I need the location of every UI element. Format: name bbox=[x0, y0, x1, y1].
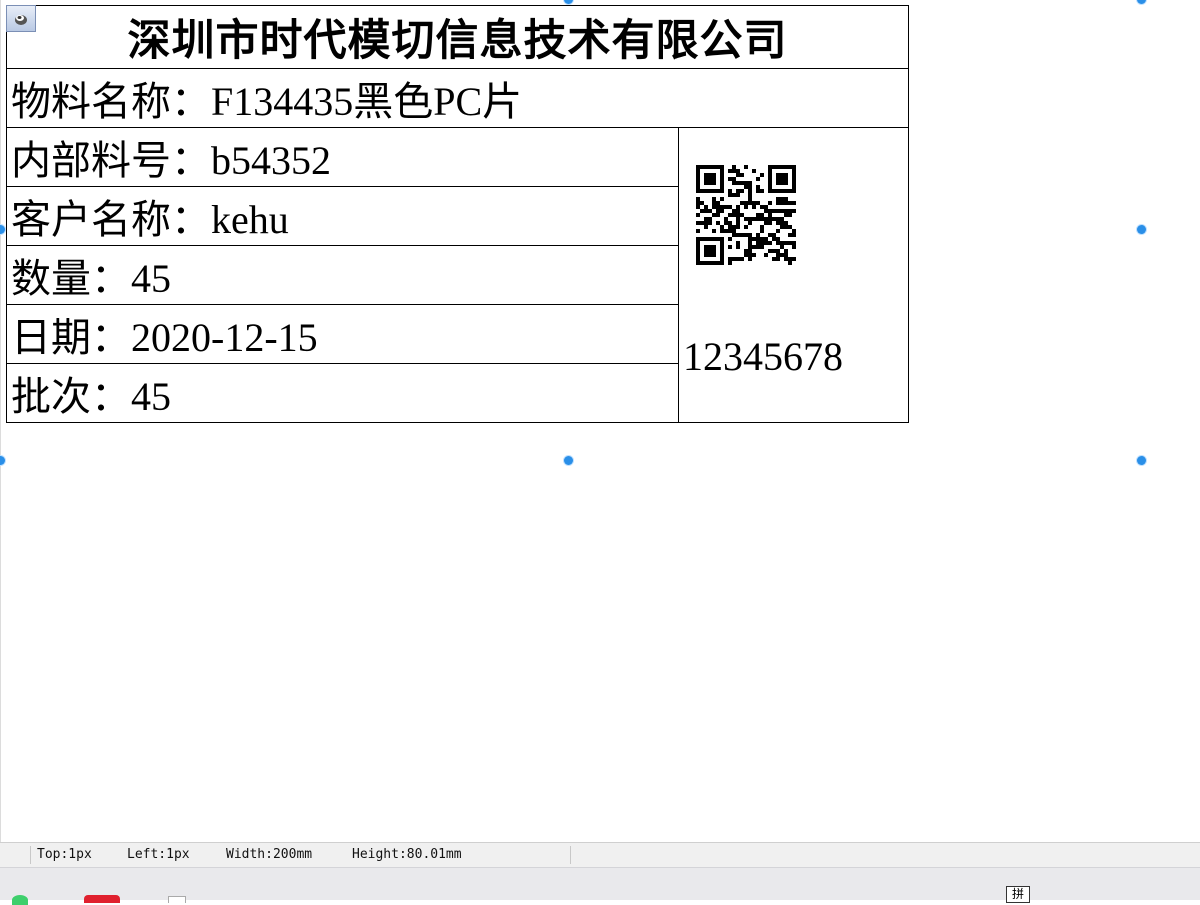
customer-name-field[interactable]: 客户名称：kehu bbox=[6, 186, 679, 246]
batch-field[interactable]: 批次：45 bbox=[6, 363, 679, 423]
date-field[interactable]: 日期：2020-12-15 bbox=[6, 304, 679, 364]
status-top: Top:1px bbox=[37, 847, 92, 862]
status-left: Left:1px bbox=[127, 847, 190, 862]
qr-serial-cell[interactable]: 12345678 bbox=[678, 127, 909, 423]
taskbar-app-icon[interactable] bbox=[84, 895, 120, 903]
resize-handle-middle-right[interactable] bbox=[1137, 225, 1146, 234]
quantity-field[interactable]: 数量：45 bbox=[6, 245, 679, 305]
status-height: Height:80.01mm bbox=[352, 847, 462, 862]
resize-handle-middle-left[interactable] bbox=[0, 225, 5, 234]
resize-handle-bottom-right[interactable] bbox=[1137, 456, 1146, 465]
qr-code-icon[interactable] bbox=[696, 165, 796, 265]
resize-handle-bottom-left[interactable] bbox=[0, 456, 5, 465]
resize-handle-top-center[interactable] bbox=[564, 0, 573, 4]
internal-part-no-field[interactable]: 内部料号：b54352 bbox=[6, 127, 679, 187]
resize-handle-bottom-center[interactable] bbox=[564, 456, 573, 465]
serial-number[interactable]: 12345678 bbox=[683, 333, 843, 380]
design-canvas[interactable]: 深圳市时代模切信息技术有限公司 物料名称：F134435黑色PC片 内部料号：b… bbox=[0, 0, 1200, 842]
status-width: Width:200mm bbox=[226, 847, 313, 862]
material-name-field[interactable]: 物料名称：F134435黑色PC片 bbox=[6, 68, 909, 128]
resize-handle-top-right[interactable] bbox=[1137, 0, 1146, 4]
status-divider bbox=[570, 846, 571, 864]
move-handle-icon[interactable] bbox=[6, 5, 36, 32]
status-divider bbox=[30, 846, 31, 864]
status-bar: Top:1px Left:1px Width:200mm Height:80.0… bbox=[0, 842, 1200, 867]
taskbar: 拼 bbox=[0, 867, 1200, 905]
ime-indicator[interactable]: 拼 bbox=[1006, 886, 1030, 903]
company-title[interactable]: 深圳市时代模切信息技术有限公司 bbox=[6, 5, 909, 69]
taskbar-app-icon[interactable] bbox=[12, 895, 28, 905]
label-table[interactable]: 深圳市时代模切信息技术有限公司 物料名称：F134435黑色PC片 内部料号：b… bbox=[6, 5, 909, 423]
